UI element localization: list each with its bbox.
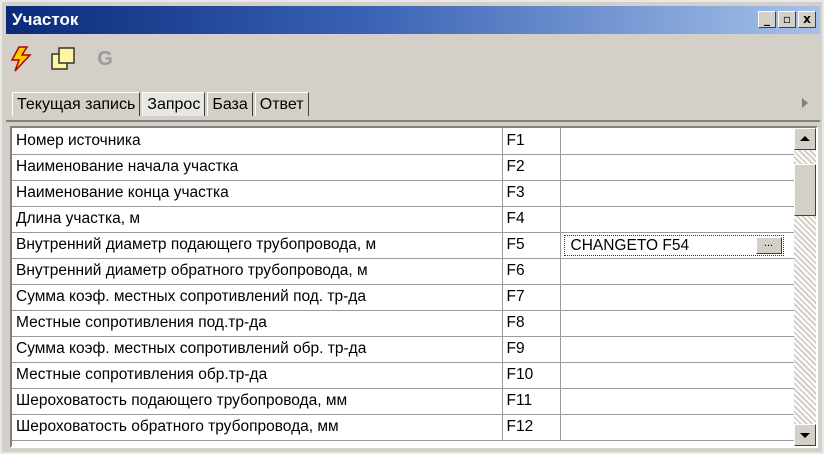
row-name-cell[interactable]: Внутренний диаметр обратного трубопровод… bbox=[12, 258, 503, 285]
row-field-cell[interactable]: F7 bbox=[502, 284, 561, 311]
row-field-cell[interactable]: F6 bbox=[502, 258, 561, 285]
row-value-cell[interactable] bbox=[560, 414, 795, 441]
table-row[interactable]: Внутренний диаметр подающего трубопровод… bbox=[12, 232, 795, 259]
row-name-cell[interactable]: Наименование начала участка bbox=[12, 154, 503, 181]
arrow-down-icon bbox=[800, 433, 810, 438]
window-title: Участок bbox=[12, 10, 79, 29]
row-name-cell[interactable]: Местные сопротивления под.тр-да bbox=[12, 310, 503, 337]
scroll-thumb[interactable] bbox=[794, 164, 816, 216]
table-row[interactable]: Местные сопротивления под.тр-да F8 bbox=[12, 310, 795, 337]
row-field-cell[interactable]: F8 bbox=[502, 310, 561, 337]
minimize-button[interactable]: _ bbox=[758, 11, 776, 28]
row-value-cell[interactable] bbox=[560, 284, 795, 311]
row-value-cell[interactable] bbox=[560, 128, 795, 155]
scroll-up-button[interactable] bbox=[794, 128, 816, 150]
row-value-cell[interactable] bbox=[560, 362, 795, 389]
tab-baza[interactable]: База bbox=[207, 92, 253, 116]
maximize-button[interactable]: ▫ bbox=[778, 11, 796, 28]
table-row[interactable]: Длина участка, м F4 bbox=[12, 206, 795, 233]
row-field-cell[interactable]: F5 bbox=[502, 232, 561, 259]
row-name-cell[interactable]: Шероховатость обратного трубопровода, мм bbox=[12, 414, 503, 441]
row-name-cell[interactable]: Наименование конца участка bbox=[12, 180, 503, 207]
arrow-up-icon bbox=[800, 136, 810, 141]
row-field-cell[interactable]: F2 bbox=[502, 154, 561, 181]
tab-bar: Текущая запись Запрос База Ответ bbox=[6, 82, 820, 120]
table-row[interactable]: Наименование конца участка F3 bbox=[12, 180, 795, 207]
tab-zapros[interactable]: Запрос bbox=[142, 92, 206, 116]
value-text: CHANGETO F54 bbox=[570, 236, 690, 254]
row-value-cell[interactable] bbox=[560, 336, 795, 363]
row-value-cell[interactable]: CHANGETO F54... bbox=[560, 232, 795, 259]
row-field-cell[interactable]: F9 bbox=[502, 336, 561, 363]
table-row[interactable]: Шероховатость обратного трубопровода, мм… bbox=[12, 414, 795, 441]
window-controls: _ ▫ x bbox=[758, 11, 816, 28]
row-value-cell[interactable] bbox=[560, 180, 795, 207]
uchastok-window: Участок _ ▫ x G Текущая запись Запрос Ба… bbox=[0, 0, 824, 454]
row-field-cell[interactable]: F12 bbox=[502, 414, 561, 441]
row-value-cell[interactable] bbox=[560, 206, 795, 233]
tab-tekushchaya-zapis[interactable]: Текущая запись bbox=[12, 92, 141, 116]
row-field-cell[interactable]: F4 bbox=[502, 206, 561, 233]
table-row[interactable]: Сумма коэф. местных сопротивлений обр. т… bbox=[12, 336, 795, 363]
row-name-cell[interactable]: Шероховатость подающего трубопровода, мм bbox=[12, 388, 503, 415]
row-field-cell[interactable]: F10 bbox=[502, 362, 561, 389]
toolbar: G bbox=[8, 42, 118, 76]
value-editor[interactable]: CHANGETO F54... bbox=[563, 234, 784, 256]
row-name-cell[interactable]: Длина участка, м bbox=[12, 206, 503, 233]
row-field-cell[interactable]: F1 bbox=[502, 128, 561, 155]
row-value-cell[interactable] bbox=[560, 154, 795, 181]
table-row[interactable]: Местные сопротивления обр.тр-да F10 bbox=[12, 362, 795, 389]
row-name-cell[interactable]: Внутренний диаметр подающего трубопровод… bbox=[12, 232, 503, 259]
table-row[interactable]: Сумма коэф. местных сопротивлений под. т… bbox=[12, 284, 795, 311]
tab-divider bbox=[6, 120, 820, 122]
row-name-cell[interactable]: Местные сопротивления обр.тр-да bbox=[12, 362, 503, 389]
tab-scroll-right-icon[interactable] bbox=[800, 96, 810, 110]
new-document-icon[interactable] bbox=[50, 46, 76, 72]
table-row[interactable]: Номер источника F1 bbox=[12, 128, 795, 155]
row-value-cell[interactable] bbox=[560, 310, 795, 337]
row-name-cell[interactable]: Номер источника bbox=[12, 128, 503, 155]
table-row[interactable]: Шероховатость подающего трубопровода, мм… bbox=[12, 388, 795, 415]
row-name-cell[interactable]: Сумма коэф. местных сопротивлений обр. т… bbox=[12, 336, 503, 363]
scroll-down-button[interactable] bbox=[794, 424, 816, 446]
row-field-cell[interactable]: F11 bbox=[502, 388, 561, 415]
row-value-cell[interactable] bbox=[560, 388, 795, 415]
table-row[interactable]: Наименование начала участка F2 bbox=[12, 154, 795, 181]
property-grid: Номер источника F1 Наименование начала уча… bbox=[10, 126, 818, 448]
close-button[interactable]: x bbox=[798, 11, 816, 28]
tab-otvet[interactable]: Ответ bbox=[254, 92, 309, 116]
row-name-cell[interactable]: Сумма коэф. местных сопротивлений под. т… bbox=[12, 284, 503, 311]
table-row[interactable]: Внутренний диаметр обратного трубопровод… bbox=[12, 258, 795, 285]
vertical-scrollbar[interactable] bbox=[794, 128, 816, 446]
ellipsis-button[interactable]: ... bbox=[755, 236, 782, 254]
row-field-cell[interactable]: F3 bbox=[502, 180, 561, 207]
lightning-icon[interactable] bbox=[8, 46, 34, 72]
property-table: Номер источника F1 Наименование начала уча… bbox=[12, 128, 795, 441]
g-icon[interactable]: G bbox=[92, 46, 118, 72]
title-bar[interactable]: Участок _ ▫ x bbox=[6, 6, 820, 34]
g-icon-label: G bbox=[97, 47, 113, 70]
row-value-cell[interactable] bbox=[560, 258, 795, 285]
